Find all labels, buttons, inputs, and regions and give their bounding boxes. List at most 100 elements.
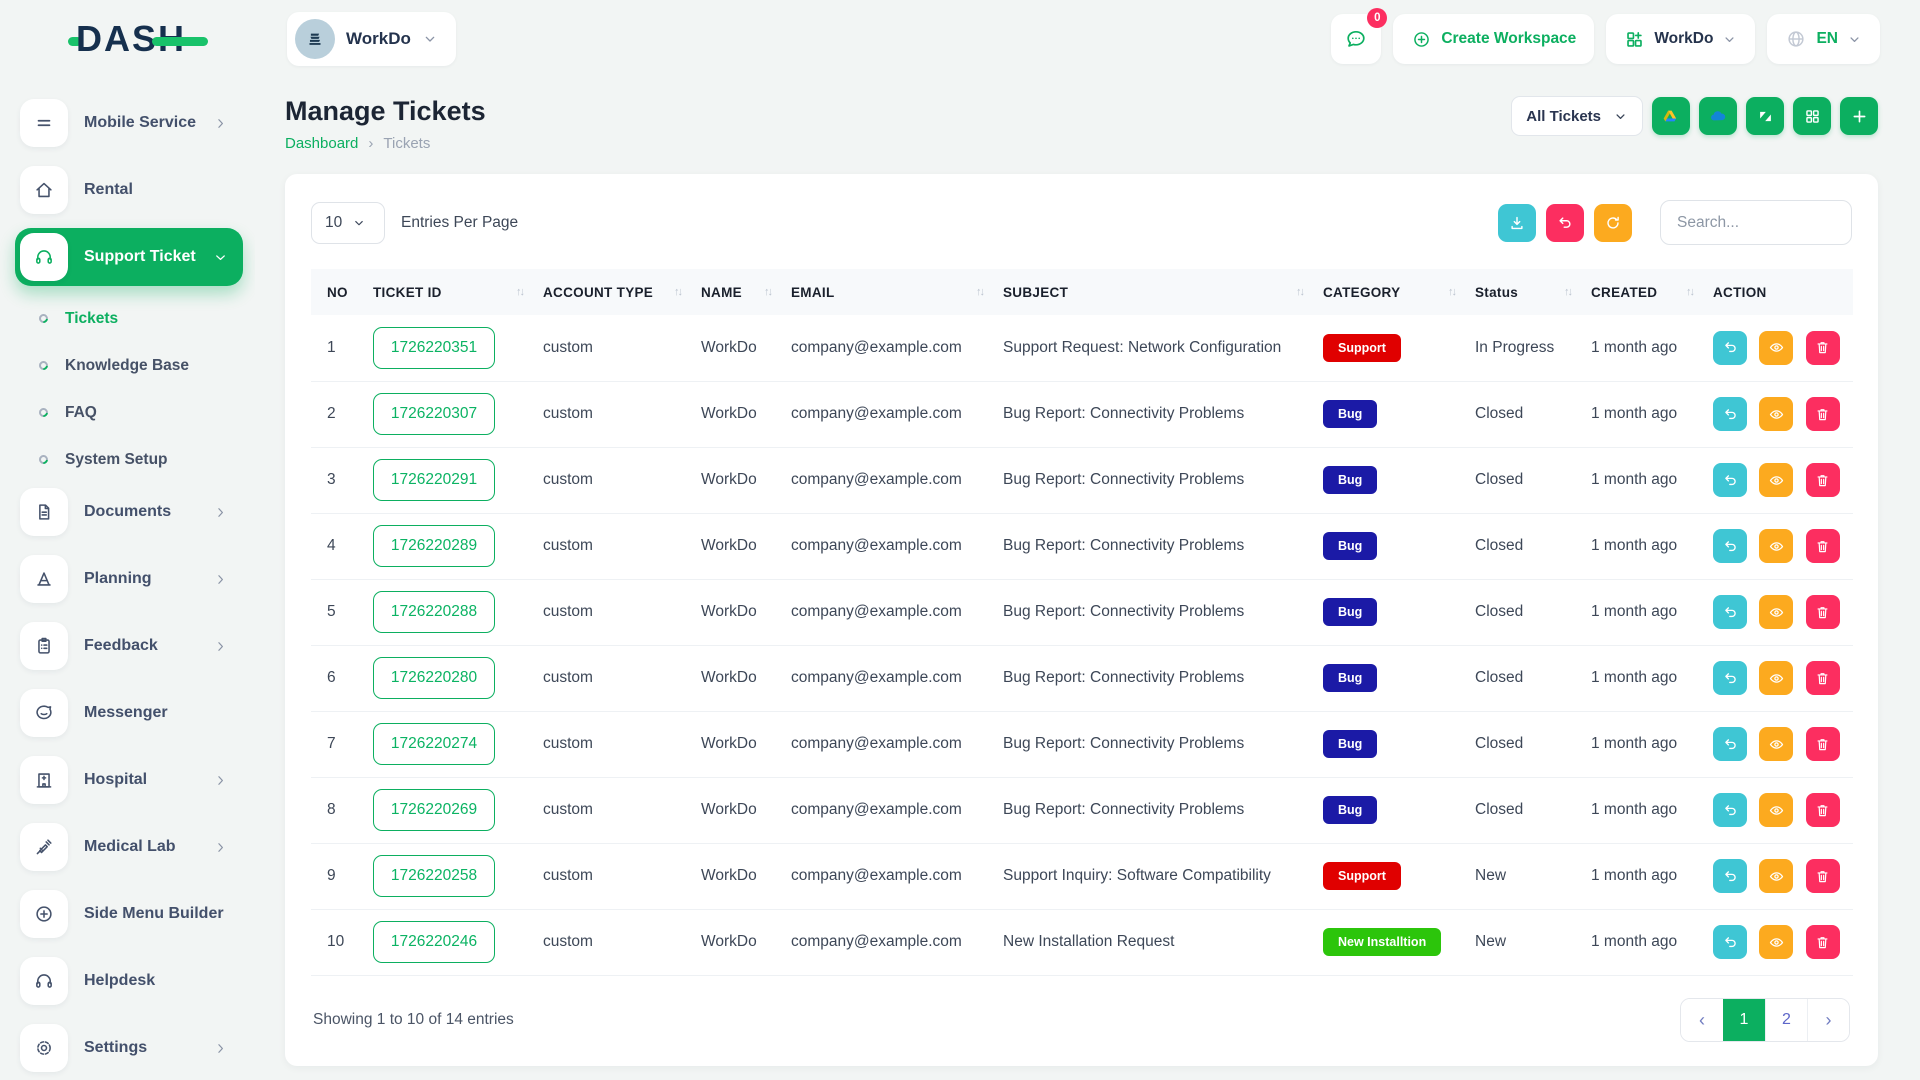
reply-button[interactable] [1713,661,1747,695]
ticket-id-button[interactable]: 1726220269 [373,789,495,831]
zendesk-button[interactable] [1746,97,1784,135]
delete-button[interactable] [1806,793,1840,827]
create-workspace-button[interactable]: Create Workspace [1393,14,1594,64]
view-button[interactable] [1759,661,1793,695]
view-button[interactable] [1759,595,1793,629]
sidebar-item-medical-lab[interactable]: Medical Lab [15,818,243,876]
google-drive-button[interactable] [1652,97,1690,135]
reply-button[interactable] [1713,331,1747,365]
reply-button[interactable] [1713,727,1747,761]
sidebar-item-support-ticket[interactable]: Support Ticket [15,228,243,286]
ticket-id-button[interactable]: 1726220288 [373,591,495,633]
ticket-filter-select[interactable]: All Tickets [1511,96,1643,136]
sort-icon[interactable]: ↑↓ [976,286,983,298]
ticket-id-button[interactable]: 1726220307 [373,393,495,435]
sort-icon[interactable]: ↑↓ [1296,286,1303,298]
ticket-id-button[interactable]: 1726220291 [373,459,495,501]
table-column-header[interactable]: NAME↑↓ [691,269,781,315]
view-button[interactable] [1759,859,1793,893]
delete-button[interactable] [1806,529,1840,563]
delete-button[interactable] [1806,595,1840,629]
workspace-menu[interactable]: WorkDo [1606,14,1755,64]
delete-button[interactable] [1806,331,1840,365]
delete-button[interactable] [1806,925,1840,959]
onedrive-button[interactable] [1699,97,1737,135]
sidebar-item-feedback[interactable]: Feedback [15,617,243,675]
sidebar-item-rental[interactable]: Rental [15,161,243,219]
sidebar-item-hospital[interactable]: Hospital [15,751,243,809]
table-column-header[interactable]: ACCOUNT TYPE↑↓ [533,269,691,315]
undo-icon [1556,214,1574,232]
sidebar-item-helpdesk[interactable]: Helpdesk [15,952,243,1010]
delete-button[interactable] [1806,661,1840,695]
view-button[interactable] [1759,331,1793,365]
ticket-id-button[interactable]: 1726220289 [373,525,495,567]
table-column-header[interactable]: Status↑↓ [1465,269,1581,315]
reply-button[interactable] [1713,529,1747,563]
ticket-id-button[interactable]: 1726220351 [373,327,495,369]
ticket-id-button[interactable]: 1726220274 [373,723,495,765]
search-input[interactable] [1660,200,1852,245]
sort-icon[interactable]: ↑↓ [674,286,681,298]
view-button[interactable] [1759,397,1793,431]
view-button[interactable] [1759,727,1793,761]
ticket-id-button[interactable]: 1726220280 [373,657,495,699]
page-button-2[interactable]: 2 [1765,999,1807,1041]
ticket-id-button[interactable]: 1726220246 [373,921,495,963]
dash-logo[interactable]: DASH [68,18,208,60]
reset-button[interactable] [1546,204,1584,242]
sidebar-subitem-knowledge-base[interactable]: Knowledge Base [15,342,255,389]
messages-button[interactable]: 0 [1331,14,1381,64]
grid-view-button[interactable] [1793,97,1831,135]
chevron-right-icon [213,572,228,587]
reply-button[interactable] [1713,463,1747,497]
sort-icon[interactable]: ↑↓ [1448,286,1455,298]
next-page-button[interactable]: › [1807,999,1849,1041]
table-column-header[interactable]: CATEGORY↑↓ [1313,269,1465,315]
sort-icon[interactable]: ↑↓ [1564,286,1571,298]
reply-button[interactable] [1713,397,1747,431]
delete-button[interactable] [1806,397,1840,431]
table-column-header[interactable]: EMAIL↑↓ [781,269,993,315]
language-selector[interactable]: EN [1767,14,1880,64]
export-button[interactable] [1498,204,1536,242]
add-ticket-button[interactable] [1840,97,1878,135]
view-button[interactable] [1759,793,1793,827]
sidebar-subitem-faq[interactable]: FAQ [15,389,255,436]
sort-icon[interactable]: ↑↓ [516,286,523,298]
sidebar-item-icon [20,555,68,603]
workspace-switcher[interactable]: WorkDo [287,12,456,66]
ticket-id-button[interactable]: 1726220258 [373,855,495,897]
view-button[interactable] [1759,463,1793,497]
entries-per-page-select[interactable]: 10 [311,202,385,244]
sidebar-item-settings[interactable]: Settings [15,1019,243,1077]
delete-button[interactable] [1806,859,1840,893]
sidebar-item-mobile-service[interactable]: Mobile Service [15,94,243,152]
view-button[interactable] [1759,529,1793,563]
sidebar-item-messenger[interactable]: Messenger [15,684,243,742]
reply-button[interactable] [1713,793,1747,827]
table-column-header[interactable]: SUBJECT↑↓ [993,269,1313,315]
delete-button[interactable] [1806,463,1840,497]
previous-page-button[interactable]: ‹ [1681,999,1723,1041]
reply-button[interactable] [1713,925,1747,959]
table-column-header[interactable]: CREATED↑↓ [1581,269,1703,315]
view-button[interactable] [1759,925,1793,959]
delete-button[interactable] [1806,727,1840,761]
sidebar-item-planning[interactable]: Planning [15,550,243,608]
table-column-header[interactable]: TICKET ID↑↓ [363,269,533,315]
sidebar-subitem-system-setup[interactable]: System Setup [15,436,255,483]
reply-button[interactable] [1713,595,1747,629]
sidebar-item-side-menu-builder[interactable]: Side Menu Builder [15,885,243,943]
sidebar-item-label: Side Menu Builder [84,905,224,923]
refresh-button[interactable] [1594,204,1632,242]
sort-icon[interactable]: ↑↓ [764,286,771,298]
sidebar-item-documents[interactable]: Documents [15,483,243,541]
sort-icon[interactable]: ↑↓ [1686,286,1693,298]
reply-button[interactable] [1713,859,1747,893]
breadcrumb-dashboard-link[interactable]: Dashboard [285,135,358,152]
category-badge: Bug [1323,598,1377,626]
sidebar-subitem-tickets[interactable]: Tickets [15,295,255,342]
reply-icon [1722,802,1739,819]
page-button-1[interactable]: 1 [1723,999,1765,1041]
